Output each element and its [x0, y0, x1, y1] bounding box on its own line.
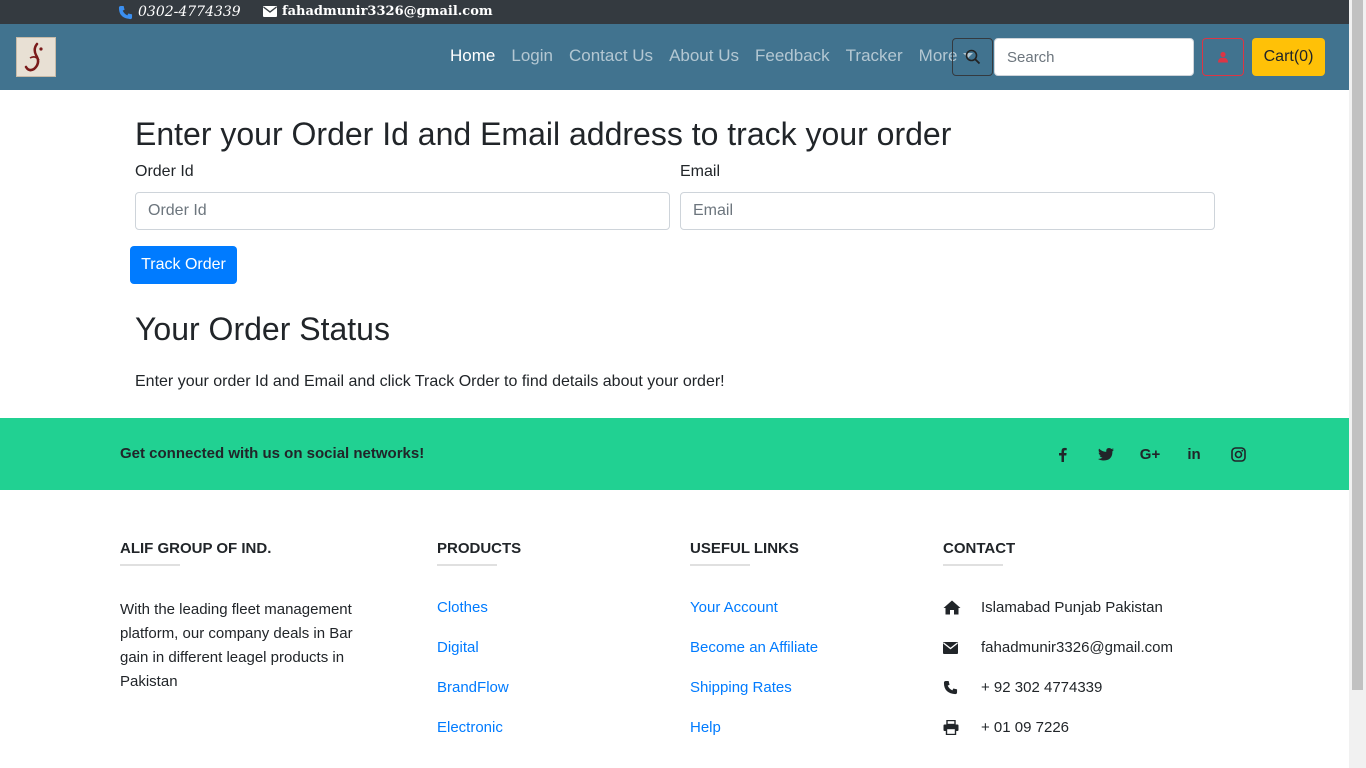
- footer-useful-title: USEFUL LINKS: [690, 540, 799, 557]
- top-info-bar: 0302-4774339 fahadmunir3326@gmail.com: [0, 0, 1349, 24]
- order-id-label: Order Id: [135, 163, 194, 180]
- nav-links: Home Login Contact Us About Us Feedback …: [450, 46, 989, 66]
- cart-button[interactable]: Cart(0): [1252, 38, 1325, 76]
- footer-link-digital[interactable]: Digital: [437, 639, 479, 656]
- envelope-icon: [263, 6, 277, 17]
- linkedin-icon[interactable]: in: [1172, 445, 1216, 463]
- social-icons: G+ in: [1040, 445, 1260, 463]
- phone-icon: [943, 680, 981, 695]
- social-bar: Get connected with us on social networks…: [0, 418, 1349, 490]
- google-plus-icon[interactable]: G+: [1128, 445, 1172, 463]
- contact-fax-text: + 01 09 7226: [981, 719, 1070, 736]
- footer-link-brandflow[interactable]: BrandFlow: [437, 679, 509, 696]
- footer-link-your-account[interactable]: Your Account: [690, 599, 778, 616]
- footer-link-become-affiliate[interactable]: Become an Affiliate: [690, 639, 818, 656]
- order-id-input[interactable]: [135, 192, 670, 230]
- footer-company-title: ALIF GROUP OF IND.: [120, 540, 272, 557]
- footer-divider: [120, 564, 180, 566]
- footer-divider: [690, 564, 750, 566]
- contact-address-text: Islamabad Punjab Pakistan: [981, 599, 1163, 616]
- order-status-heading: Your Order Status: [135, 311, 390, 347]
- home-icon: [943, 600, 981, 615]
- contact-email-text: fahadmunir3326@gmail.com: [981, 639, 1173, 656]
- nav-contact-us[interactable]: Contact Us: [569, 46, 653, 66]
- footer-divider: [437, 564, 497, 566]
- topbar-phone-text: 0302-4774339: [138, 4, 241, 20]
- phone-icon: [118, 5, 133, 19]
- page-scrollbar[interactable]: [1349, 0, 1366, 768]
- contact-address: Islamabad Punjab Pakistan: [943, 599, 1163, 616]
- facebook-icon[interactable]: [1040, 445, 1084, 463]
- order-status-text: Enter your order Id and Email and click …: [135, 373, 725, 390]
- contact-email: fahadmunir3326@gmail.com: [943, 639, 1173, 656]
- logo-icon: [24, 42, 43, 72]
- brand-logo[interactable]: [16, 37, 56, 77]
- footer-link-help[interactable]: Help: [690, 719, 721, 736]
- contact-phone: + 92 302 4774339: [943, 679, 1102, 696]
- contact-fax: + 01 09 7226: [943, 719, 1069, 736]
- footer-contact-title: CONTACT: [943, 540, 1016, 557]
- search-button[interactable]: [952, 38, 993, 76]
- nav-about-us[interactable]: About Us: [669, 46, 739, 66]
- scrollbar-thumb[interactable]: [1352, 0, 1363, 690]
- track-order-button[interactable]: Track Order: [130, 246, 237, 284]
- nav-home[interactable]: Home: [450, 46, 495, 66]
- email-input[interactable]: [680, 192, 1215, 230]
- envelope-icon: [943, 641, 981, 654]
- search-input[interactable]: [994, 38, 1194, 76]
- footer-divider: [943, 564, 1003, 566]
- footer-link-clothes[interactable]: Clothes: [437, 599, 488, 616]
- nav-login[interactable]: Login: [511, 46, 553, 66]
- topbar-email: fahadmunir3326@gmail.com: [263, 4, 493, 19]
- search-icon: [965, 49, 980, 65]
- email-label: Email: [680, 163, 721, 180]
- user-icon: [1218, 51, 1228, 63]
- topbar-phone: 0302-4774339: [118, 4, 241, 20]
- footer-link-shipping-rates[interactable]: Shipping Rates: [690, 679, 792, 696]
- footer-products-title: PRODUCTS: [437, 540, 522, 557]
- topbar-email-text: fahadmunir3326@gmail.com: [282, 4, 493, 19]
- twitter-icon[interactable]: [1084, 445, 1128, 463]
- printer-icon: [943, 720, 981, 735]
- social-text: Get connected with us on social networks…: [120, 445, 425, 462]
- footer-about-text: With the leading fleet management platfo…: [120, 601, 353, 690]
- account-button[interactable]: [1202, 38, 1244, 76]
- navbar: Home Login Contact Us About Us Feedback …: [0, 24, 1349, 90]
- nav-feedback[interactable]: Feedback: [755, 46, 830, 66]
- contact-phone-text: + 92 302 4774339: [981, 679, 1103, 696]
- footer-link-electronic[interactable]: Electronic: [437, 719, 503, 736]
- nav-tracker[interactable]: Tracker: [846, 46, 903, 66]
- instagram-icon[interactable]: [1216, 445, 1260, 463]
- page-title: Enter your Order Id and Email address to…: [135, 116, 952, 152]
